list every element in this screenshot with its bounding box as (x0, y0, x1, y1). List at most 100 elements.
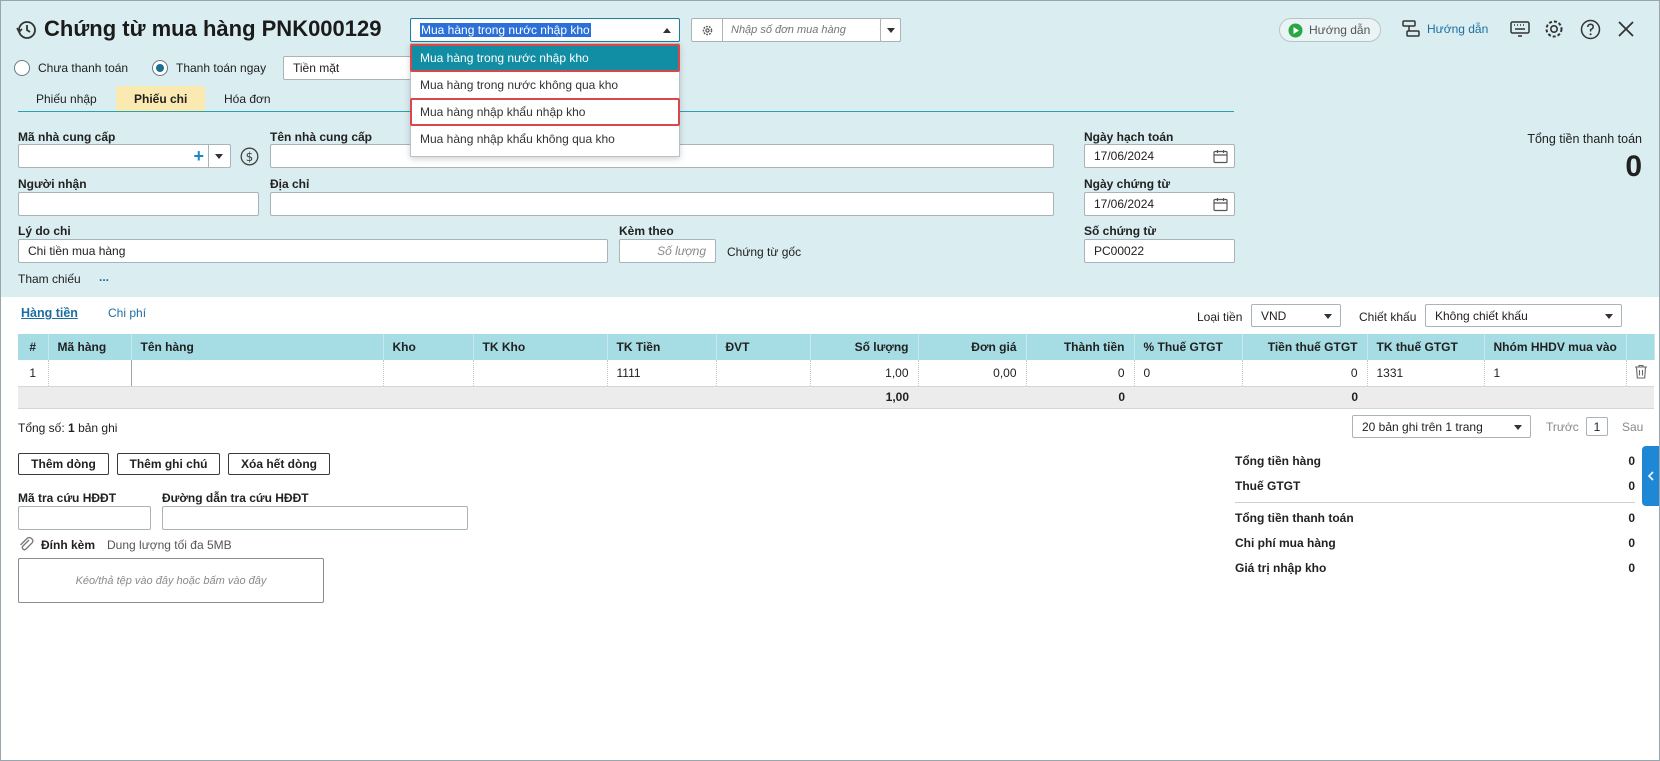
attach-qty-input[interactable]: Số lượng (619, 239, 716, 263)
cell-purchase-group[interactable]: 1 (1484, 360, 1627, 387)
guide-label: Hướng dẫn (1427, 22, 1489, 36)
supplier-code-label: Mã nhà cung cấp (18, 130, 116, 144)
add-note-button[interactable]: Thêm ghi chú (117, 453, 220, 475)
currency-icon[interactable]: $ (239, 146, 259, 166)
cell-vat-rate[interactable]: 0 (1134, 360, 1243, 387)
col-unit[interactable]: ĐVT (716, 334, 811, 360)
cell-cash-account[interactable]: 1111 (607, 360, 717, 387)
address-label: Địa chỉ (270, 177, 310, 191)
tab-payment[interactable]: Phiếu chi (116, 86, 206, 112)
cell-unit[interactable] (716, 360, 811, 387)
page-size-select[interactable]: 20 bản ghi trên 1 trang (1352, 415, 1531, 438)
cell-warehouse[interactable] (383, 360, 474, 387)
close-icon[interactable] (1614, 17, 1638, 41)
discount-value: Không chiết khấu (1435, 308, 1528, 323)
chevron-down-icon[interactable] (215, 154, 223, 159)
reference-link[interactable]: ... (99, 270, 109, 284)
order-search-input[interactable] (731, 24, 871, 36)
cell-item-name[interactable] (131, 360, 384, 387)
help-icon[interactable] (1578, 17, 1602, 41)
file-drop-zone[interactable]: Kéo/thả tệp vào đây hoặc bấm vào đây (18, 558, 324, 603)
currency-select[interactable]: VND (1251, 304, 1341, 327)
receiver-input[interactable] (18, 192, 259, 216)
posting-date-value: 17/06/2024 (1094, 149, 1155, 163)
attach-qty-placeholder: Số lượng (657, 244, 706, 258)
attachment-hint: Dung lượng tối đa 5MB (107, 538, 232, 552)
guide-button[interactable]: Hướng dẫn (1401, 17, 1488, 41)
voucher-type-value: Mua hàng trong nước nhập kho (420, 23, 591, 37)
goods-table: # Mã hàng Tên hàng Kho TK Kho TK Tiền ĐV… (18, 334, 1655, 409)
posting-date-input[interactable]: 17/06/2024 (1084, 144, 1235, 168)
posting-date-label: Ngày hạch toán (1084, 130, 1174, 144)
col-vat-rate[interactable]: % Thuế GTGT (1134, 334, 1243, 360)
supplier-code-input[interactable]: + (18, 144, 231, 168)
settings-icon[interactable] (1542, 17, 1566, 41)
cell-vat-amount[interactable]: 0 (1242, 360, 1368, 387)
col-warehouse-account[interactable]: TK Kho (473, 334, 608, 360)
cell-quantity[interactable]: 1,00 (810, 360, 919, 387)
table-row[interactable]: 1 1111 1,00 0,00 0 0 0 1331 1 (18, 360, 1655, 387)
next-page[interactable]: Sau (1622, 420, 1643, 434)
voucher-no-label: Số chứng từ (1084, 224, 1157, 238)
tab-receipt[interactable]: Phiếu nhập (18, 86, 115, 112)
reason-input[interactable]: Chi tiền mua hàng (18, 239, 608, 263)
option-import-no-stock[interactable]: Mua hàng nhập khẩu không qua kho (411, 125, 679, 152)
drop-zone-text: Kéo/thả tệp vào đây hoặc bấm vào đây (75, 574, 267, 587)
chevron-left-icon (1647, 471, 1654, 481)
col-cash-account[interactable]: TK Tiền (607, 334, 717, 360)
col-unit-price[interactable]: Đơn giá (918, 334, 1027, 360)
col-vat-amount[interactable]: Tiền thuế GTGT (1242, 334, 1368, 360)
col-vat-account[interactable]: TK thuế GTGT (1367, 334, 1485, 360)
col-warehouse[interactable]: Kho (383, 334, 474, 360)
voucher-date-value: 17/06/2024 (1094, 197, 1155, 211)
address-input[interactable] (270, 192, 1054, 216)
play-icon (1288, 23, 1303, 37)
detail-tab-costs[interactable]: Chi phí (108, 306, 146, 320)
order-dropdown-button[interactable] (880, 18, 901, 42)
col-quantity[interactable]: Số lượng (810, 334, 919, 360)
tab-invoice[interactable]: Hóa đơn (206, 86, 289, 112)
voucher-no-input[interactable]: PC00022 (1084, 239, 1235, 263)
calendar-icon[interactable] (1213, 197, 1228, 215)
trash-icon[interactable] (1634, 364, 1648, 379)
payment-method-select[interactable]: Tiền mặt (283, 56, 413, 80)
keyboard-icon[interactable] (1508, 17, 1532, 41)
delete-all-rows-button[interactable]: Xóa hết dòng (228, 453, 330, 475)
cell-item-code[interactable] (48, 360, 132, 387)
attach-label: Kèm theo (619, 224, 674, 238)
lookup-url-input[interactable] (162, 506, 468, 530)
discount-select[interactable]: Không chiết khấu (1425, 304, 1622, 327)
payment-method-value: Tiền mặt (293, 61, 340, 75)
col-amount[interactable]: Thành tiền (1026, 334, 1135, 360)
gear-icon[interactable] (692, 19, 723, 41)
voucher-date-input[interactable]: 17/06/2024 (1084, 192, 1235, 216)
lookup-code-input[interactable] (18, 506, 151, 530)
add-row-button[interactable]: Thêm dòng (18, 453, 109, 475)
option-domestic-no-stock[interactable]: Mua hàng trong nước không qua kho (411, 71, 679, 98)
add-icon[interactable]: + (193, 146, 204, 166)
cell-warehouse-account[interactable] (473, 360, 608, 387)
reason-value: Chi tiền mua hàng (28, 244, 126, 258)
current-page[interactable]: 1 (1586, 417, 1608, 436)
col-purchase-group[interactable]: Nhóm HHDV mua vào (1484, 334, 1627, 360)
radio-paid-now-label: Thanh toán ngay (176, 61, 267, 75)
radio-unpaid[interactable] (14, 60, 30, 76)
cell-unit-price[interactable]: 0,00 (918, 360, 1027, 387)
voucher-type-select[interactable]: Mua hàng trong nước nhập kho (410, 18, 680, 42)
page-title: Chứng từ mua hàng PNK000129 (44, 16, 382, 41)
radio-paid-now[interactable] (152, 60, 168, 76)
detail-tab-goods[interactable]: Hàng tiền (21, 306, 78, 320)
table-summary-row: 1,00 0 0 (18, 386, 1655, 409)
attachment-label: Đính kèm (41, 538, 96, 552)
cell-amount[interactable]: 0 (1026, 360, 1135, 387)
guide-video-button[interactable]: Hướng dẫn (1279, 18, 1381, 42)
col-item-code[interactable]: Mã hàng (48, 334, 132, 360)
calendar-icon[interactable] (1213, 149, 1228, 167)
prev-page[interactable]: Trước (1546, 420, 1579, 434)
side-panel-toggle[interactable] (1642, 446, 1659, 506)
history-icon[interactable] (14, 18, 38, 42)
highlight-box (410, 44, 680, 72)
delete-row-cell[interactable] (1626, 360, 1655, 387)
col-item-name[interactable]: Tên hàng (131, 334, 384, 360)
cell-vat-account[interactable]: 1331 (1367, 360, 1485, 387)
